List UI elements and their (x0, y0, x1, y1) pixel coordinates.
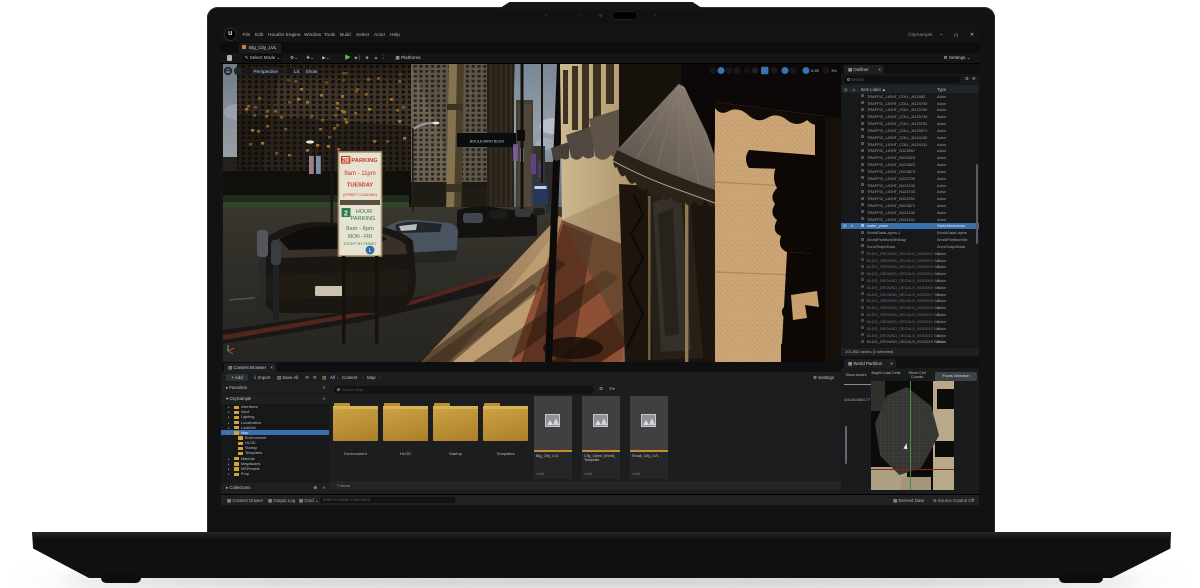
svg-text:(STREET CLEANING): (STREET CLEANING) (343, 193, 377, 197)
svg-text:EXCEPT BY PERMIT: EXCEPT BY PERMIT (344, 242, 377, 246)
svg-text:2: 2 (344, 211, 348, 218)
svg-text:MON - FRI: MON - FRI (348, 234, 372, 240)
svg-text:8am - 6pm: 8am - 6pm (346, 226, 374, 232)
svg-text:TUESDAY: TUESDAY (347, 183, 373, 189)
svg-text:9am - 11pm: 9am - 11pm (344, 171, 376, 177)
svg-text:NO: NO (342, 158, 350, 164)
svg-text:☰: ☰ (226, 69, 231, 75)
svg-text:Perspective: Perspective (254, 69, 279, 74)
svg-text:Lit: Lit (294, 69, 300, 74)
svg-text:L: L (369, 248, 372, 254)
svg-text:Show: Show (306, 69, 318, 74)
svg-text:HOUR: HOUR (356, 209, 372, 215)
svg-text:PARKING: PARKING (351, 158, 378, 164)
svg-text:0.25: 0.25 (811, 68, 820, 73)
svg-text:✕4: ✕4 (831, 68, 837, 73)
svg-text:BOULEVARD BLDG: BOULEVARD BLDG (470, 140, 505, 144)
svg-text:PARKING: PARKING (351, 216, 376, 222)
